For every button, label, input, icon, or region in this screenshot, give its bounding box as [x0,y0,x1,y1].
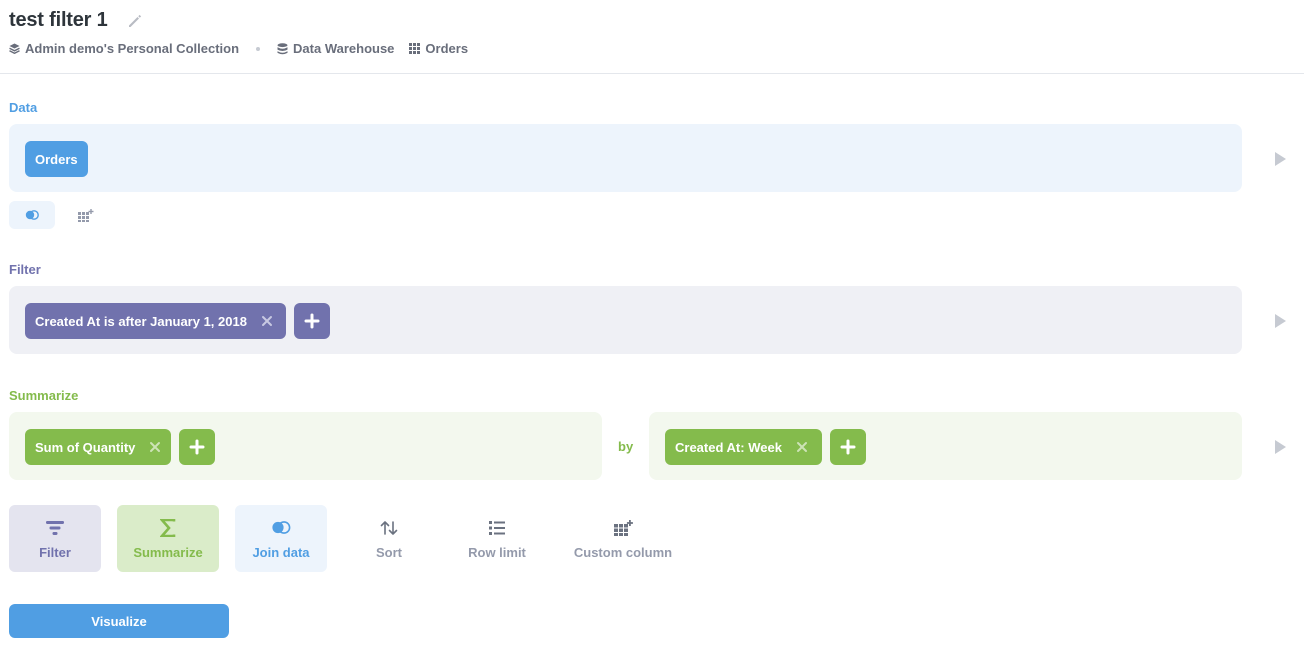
table-grid-icon [409,43,421,54]
custom-column-action-label: Custom column [573,544,673,560]
pencil-icon[interactable] [126,12,144,30]
breadcrumb-table[interactable]: Orders [409,41,468,56]
database-icon [277,42,288,54]
breadcrumb-collection-label: Admin demo's Personal Collection [25,41,240,56]
filter-action-label: Filter [39,544,71,560]
add-filter-button[interactable] [294,303,330,339]
visualize-button[interactable]: Visualize [9,604,229,638]
filter-section-label: Filter [9,262,41,277]
collection-icon [9,43,20,54]
filter-icon [46,517,64,539]
breadcrumb-database[interactable]: Data Warehouse [277,41,394,56]
add-metric-button[interactable] [179,429,215,465]
plus-icon [304,313,320,329]
data-section-label: Data [9,100,38,115]
custom-column-mini-button[interactable] [70,201,102,229]
breadcrumb-collection[interactable]: Admin demo's Personal Collection [9,41,239,56]
data-preview-button[interactable] [1275,152,1286,166]
add-breakout-button[interactable] [830,429,866,465]
breadcrumb-table-label: Orders [425,41,469,56]
custom-column-action-button[interactable]: Custom column [559,505,687,572]
sort-arrows-icon [380,517,398,539]
filter-preview-button[interactable] [1275,314,1286,328]
breadcrumb-database-label: Data Warehouse [293,41,395,56]
sort-action-label: Sort [376,544,402,560]
metric-pill[interactable]: Sum of Quantity [25,429,171,465]
plus-icon [840,439,856,455]
join-action-label: Join data [252,544,310,560]
remove-metric-close-icon[interactable] [149,441,161,453]
title-row: test filter 1 [9,9,144,32]
custom-column-icon [613,517,633,539]
breadcrumb: Admin demo's Personal Collection Data Wa… [9,41,468,56]
remove-breakout-close-icon[interactable] [796,441,808,453]
row-limit-action-button[interactable]: Row limit [451,505,543,572]
filter-pill-label: Created At is after January 1, 2018 [35,313,247,329]
join-icon [271,517,291,539]
by-label: by [618,439,634,454]
plus-icon [189,439,205,455]
sigma-icon [160,517,176,539]
breadcrumb-separator [256,46,261,51]
join-action-button[interactable]: Join data [235,505,327,572]
question-title[interactable]: test filter 1 [9,9,108,32]
data-step-box [9,124,1242,192]
summarize-section-label: Summarize [9,388,79,403]
list-icon [489,517,505,539]
remove-filter-close-icon[interactable] [261,315,273,327]
join-mini-button[interactable] [9,201,55,229]
custom-column-icon [78,208,94,222]
join-icon [25,210,39,220]
sort-action-button[interactable]: Sort [343,505,435,572]
breakout-pill[interactable]: Created At: Week [665,429,822,465]
data-table-pill-label: Orders [35,151,78,167]
summarize-action-label: Summarize [133,544,203,560]
filter-pill[interactable]: Created At is after January 1, 2018 [25,303,286,339]
breakout-pill-label: Created At: Week [675,439,782,455]
filter-action-button[interactable]: Filter [9,505,101,572]
row-limit-action-label: Row limit [468,544,526,560]
data-table-pill[interactable]: Orders [25,141,88,177]
summarize-action-button[interactable]: Summarize [117,505,219,572]
metric-pill-label: Sum of Quantity [35,439,136,455]
notebook-header: test filter 1 Admin demo's Personal Coll… [0,0,1304,74]
summarize-preview-button[interactable] [1275,440,1286,454]
